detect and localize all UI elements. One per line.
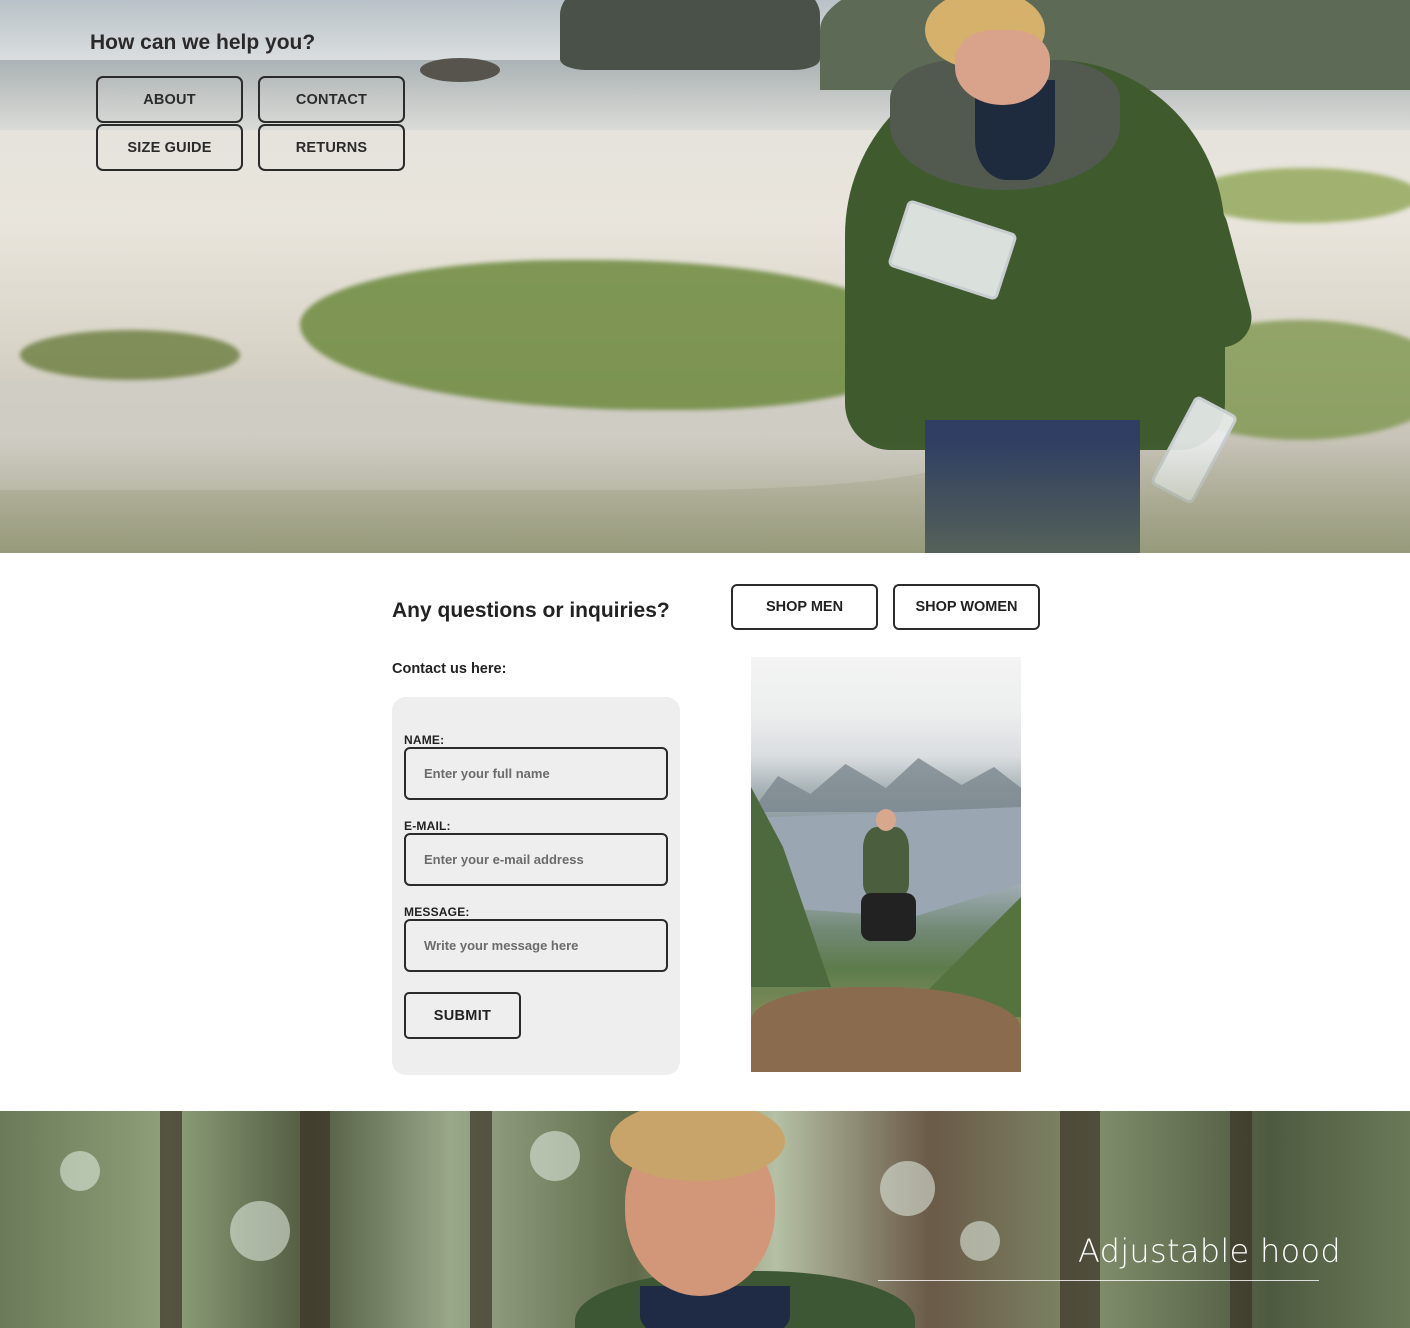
feature-divider <box>878 1280 1319 1281</box>
bokeh-light <box>530 1131 580 1181</box>
feature-caption: Adjustable hood <box>1078 1232 1341 1270</box>
about-button[interactable]: ABOUT <box>96 76 243 123</box>
hero-section: How can we help you? ABOUT CONTACT SIZE … <box>0 0 1410 553</box>
shop-men-button[interactable]: SHOP MEN <box>731 584 878 630</box>
name-field[interactable] <box>404 747 668 800</box>
message-field[interactable] <box>404 919 668 972</box>
hero-mountain <box>560 0 820 70</box>
returns-button[interactable]: RETURNS <box>258 124 405 171</box>
help-title: How can we help you? <box>90 31 316 54</box>
tree-trunk <box>1060 1111 1100 1328</box>
size-guide-button[interactable]: SIZE GUIDE <box>96 124 243 171</box>
contact-form: NAME: E-MAIL: MESSAGE: SUBMIT <box>392 697 680 1075</box>
hero-foreground-grass <box>0 440 1410 553</box>
photo-ground <box>751 987 1021 1072</box>
jumping-woman-photo <box>751 657 1021 1072</box>
hero-grass <box>20 330 240 380</box>
person-face <box>955 30 1050 105</box>
bokeh-light <box>960 1221 1000 1261</box>
tree-trunk <box>1230 1111 1252 1328</box>
inquiry-title: Any questions or inquiries? <box>392 599 670 622</box>
email-field[interactable] <box>404 833 668 886</box>
tree-trunk <box>300 1111 330 1328</box>
woman-head <box>876 809 896 831</box>
photo-mountains <box>751 758 1021 812</box>
feature-section <box>0 1111 1410 1328</box>
email-label: E-MAIL: <box>404 819 451 833</box>
submit-button[interactable]: SUBMIT <box>404 992 521 1039</box>
woman-jacket <box>863 827 909 897</box>
contact-button[interactable]: CONTACT <box>258 76 405 123</box>
woman-legs <box>861 893 916 941</box>
contact-label: Contact us here: <box>392 661 507 677</box>
bokeh-light <box>230 1201 290 1261</box>
message-label: MESSAGE: <box>404 905 470 919</box>
tree-trunk <box>470 1111 492 1328</box>
hero-rock <box>420 58 500 82</box>
bokeh-light <box>60 1151 100 1191</box>
name-label: NAME: <box>404 733 445 747</box>
tree-trunk <box>160 1111 182 1328</box>
bokeh-light <box>880 1161 935 1216</box>
shop-women-button[interactable]: SHOP WOMEN <box>893 584 1040 630</box>
